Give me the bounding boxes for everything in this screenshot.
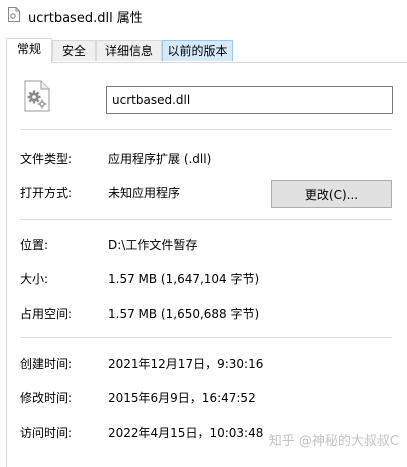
title-bar: ucrtbased.dll 属性 [0,0,407,30]
accessed-label: 访问时间: [20,426,73,440]
opens-with-label: 打开方式: [20,186,73,200]
tab-security[interactable]: 安全 [52,40,96,61]
tab-strip: 常规 安全 详细信息 以前的版本 [0,38,407,63]
created-label: 创建时间: [20,357,73,371]
watermark-text: 知乎 @神秘的大叔叔C [268,434,399,449]
location-label: 位置: [20,238,49,252]
created-value: 2021年12月17日，9:30:16 [108,357,264,371]
size-label: 大小: [20,272,49,286]
location-value: D:\工作文件暂存 [108,238,198,252]
divider [20,219,392,220]
modified-value: 2015年6月9日，16:47:52 [108,391,256,405]
divider [20,337,392,338]
dll-file-icon [8,7,20,22]
tab-previous-versions[interactable]: 以前的版本 [162,40,233,61]
accessed-value: 2022年4月15日，10:03:48 [108,426,264,440]
size-on-disk-label: 占用空间: [20,307,73,321]
file-type-value: 应用程序扩展 (.dll) [108,152,212,166]
modified-label: 修改时间: [20,391,73,405]
size-value: 1.57 MB (1,647,104 字节) [108,272,260,286]
size-on-disk-value: 1.57 MB (1,650,688 字节) [108,307,260,321]
window-title: ucrtbased.dll 属性 [28,11,143,26]
watermark: 知乎 @神秘的大叔叔C [269,430,399,449]
tab-details[interactable]: 详细信息 [96,40,162,61]
tab-general[interactable]: 常规 [6,38,52,63]
file-type-label: 文件类型: [20,152,73,166]
file-name-input[interactable] [106,86,393,114]
general-panel [6,62,407,467]
divider [20,129,392,130]
change-button[interactable]: 更改(C)... [271,180,392,208]
dll-gear-file-icon [24,80,50,112]
opens-with-value: 未知应用程序 [108,186,181,200]
